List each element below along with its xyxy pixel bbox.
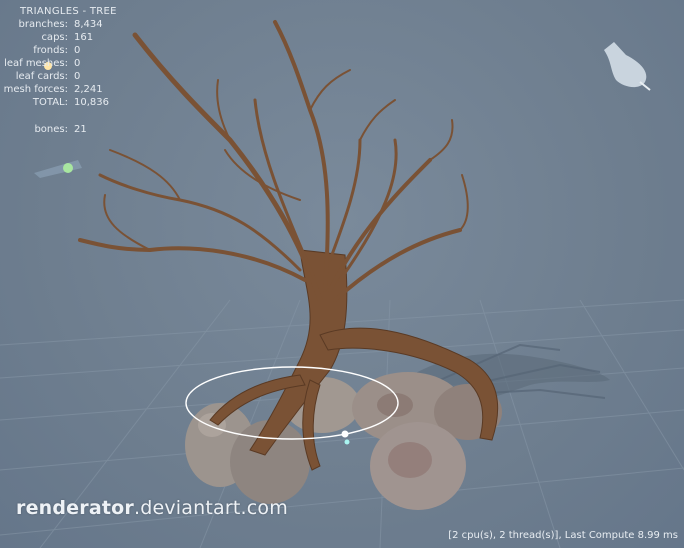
rock-cluster <box>185 372 502 510</box>
stat-value: 161 <box>74 32 94 43</box>
stat-label: mesh forces: <box>3 84 68 95</box>
stat-value: 10,836 <box>74 97 109 108</box>
stat-label: leaf meshes: <box>4 58 68 69</box>
wind-gizmo-icon <box>34 160 82 178</box>
stat-row-total: TOTAL: 10,836 <box>0 96 200 109</box>
camera-gizmo-icon <box>604 42 651 91</box>
stat-row-leaf-cards: leaf cards: 0 <box>0 70 200 83</box>
stat-value: 0 <box>74 58 81 69</box>
stat-row-leaf-meshes: leaf meshes: 0 <box>0 57 200 70</box>
compute-status: [2 cpu(s), 2 thread(s)], Last Compute 8.… <box>448 530 678 541</box>
3d-viewport[interactable]: TRIANGLES - TREE branches: 8,434 caps: 1… <box>0 0 684 548</box>
stat-label: leaf cards: <box>15 71 68 82</box>
stat-label: caps: <box>41 32 68 43</box>
stat-row-fronds: fronds: 0 <box>0 44 200 57</box>
stat-value: 2,241 <box>74 84 103 95</box>
stat-label: branches: <box>18 19 69 30</box>
stat-label: fronds: <box>33 45 68 56</box>
stat-value: 8,434 <box>74 19 103 30</box>
stat-value: 21 <box>74 124 87 135</box>
stat-row-mesh-forces: mesh forces: 2,241 <box>0 83 200 96</box>
watermark: renderator.deviantart.com <box>16 497 288 519</box>
stat-label: TOTAL: <box>32 97 68 108</box>
stat-value: 0 <box>74 71 81 82</box>
watermark-brand: renderator <box>16 497 134 519</box>
stats-title: TRIANGLES - TREE <box>20 6 117 17</box>
stat-value: 0 <box>74 45 81 56</box>
stat-row-branches: branches: 8,434 <box>0 18 200 31</box>
stat-row-bones: bones: 21 <box>0 123 200 136</box>
stat-row-caps: caps: 161 <box>0 31 200 44</box>
stat-label: bones: <box>34 124 68 135</box>
watermark-suffix: .deviantart.com <box>133 497 288 519</box>
